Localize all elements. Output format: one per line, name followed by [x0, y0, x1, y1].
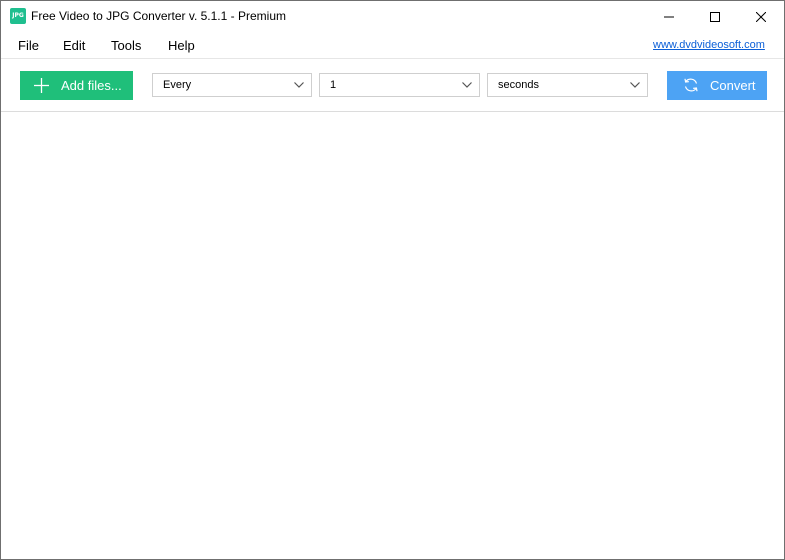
app-window: JPG Free Video to JPG Converter v. 5.1.1… — [0, 0, 785, 560]
chevron-down-icon — [462, 82, 472, 88]
menu-bar: File Edit Tools Help www.dvdvideosoft.co… — [1, 34, 784, 58]
title-bar[interactable]: JPG Free Video to JPG Converter v. 5.1.1… — [1, 1, 784, 32]
interval-mode-select[interactable]: Every — [152, 73, 312, 97]
convert-button[interactable]: Convert — [667, 71, 767, 100]
menu-help[interactable]: Help — [168, 38, 195, 53]
minimize-button[interactable] — [646, 1, 692, 32]
minimize-icon — [664, 16, 674, 17]
plus-icon — [34, 78, 49, 93]
menu-edit[interactable]: Edit — [63, 38, 85, 53]
menu-file[interactable]: File — [18, 38, 39, 53]
close-icon — [756, 11, 766, 22]
convert-label: Convert — [710, 78, 756, 93]
maximize-icon — [710, 11, 720, 22]
chevron-down-icon — [630, 82, 640, 88]
add-files-label: Add files... — [61, 78, 122, 93]
interval-unit-select[interactable]: seconds — [487, 73, 648, 97]
menu-divider — [1, 58, 784, 59]
website-link[interactable]: www.dvdvideosoft.com — [653, 39, 765, 51]
chevron-down-icon — [294, 82, 304, 88]
window-title: Free Video to JPG Converter v. 5.1.1 - P… — [31, 9, 286, 23]
app-icon: JPG — [10, 8, 26, 24]
add-files-button[interactable]: Add files... — [20, 71, 133, 100]
interval-value: 1 — [330, 79, 337, 91]
interval-unit-value: seconds — [498, 79, 539, 91]
maximize-button[interactable] — [692, 1, 738, 32]
file-list-area[interactable] — [1, 112, 784, 559]
menu-tools[interactable]: Tools — [111, 38, 141, 53]
refresh-icon — [684, 78, 698, 92]
interval-mode-value: Every — [163, 79, 192, 91]
interval-value-select[interactable]: 1 — [319, 73, 480, 97]
close-button[interactable] — [738, 1, 784, 32]
